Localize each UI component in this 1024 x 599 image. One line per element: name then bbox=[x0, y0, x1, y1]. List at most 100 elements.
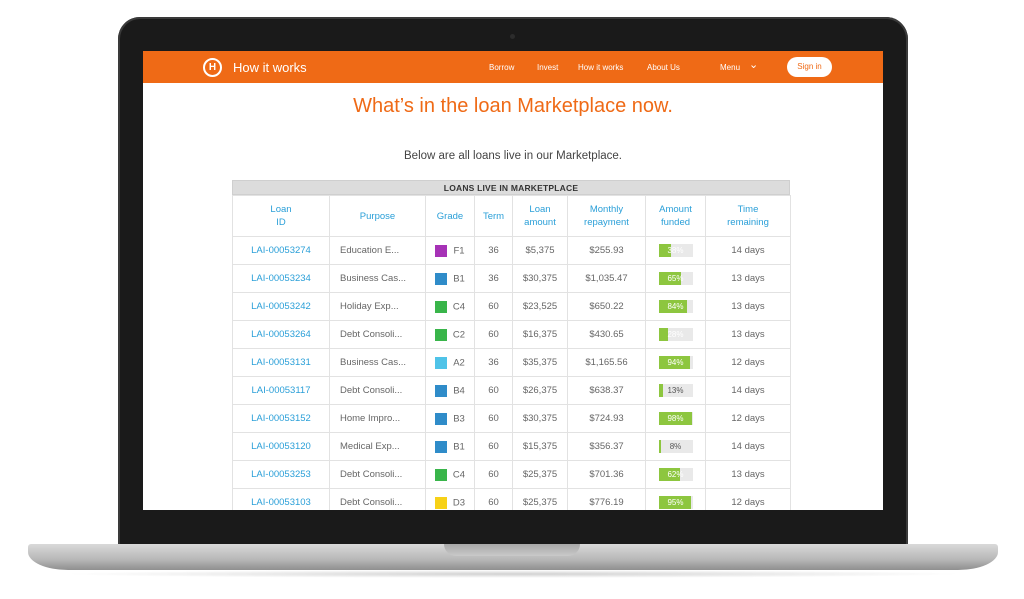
table-row[interactable]: LAI-00053253 Debt Consoli... C4 60 $25,375 $7… bbox=[232, 460, 791, 489]
grade-label: A2 bbox=[453, 357, 465, 368]
time-remaining: 13 days bbox=[705, 292, 791, 321]
funded-progress-bar: 13% bbox=[658, 384, 693, 397]
time-remaining: 14 days bbox=[705, 236, 791, 265]
grade-label: B1 bbox=[453, 441, 465, 452]
loan-grade: C4 bbox=[425, 460, 475, 489]
monthly-repayment: $650.22 bbox=[567, 292, 646, 321]
time-remaining: 13 days bbox=[705, 320, 791, 349]
loan-id-link[interactable]: LAI-00053274 bbox=[232, 236, 330, 265]
table-body: LAI-00053274 Education E... F1 36 $5,375 $255… bbox=[232, 236, 791, 510]
grade-label: F1 bbox=[453, 245, 465, 256]
top-navbar: H How it works Borrow Invest How it work… bbox=[143, 51, 883, 83]
amount-funded: 95% bbox=[645, 488, 706, 510]
loan-purpose: Debt Consoli... bbox=[329, 376, 426, 405]
loan-purpose: Holiday Exp... bbox=[329, 292, 426, 321]
funded-progress-bar: 94% bbox=[658, 356, 693, 369]
header-monthly-repayment[interactable]: Monthly repayment bbox=[567, 195, 646, 237]
loan-term: 60 bbox=[474, 432, 513, 461]
loan-purpose: Medical Exp... bbox=[329, 432, 426, 461]
loan-id-link[interactable]: LAI-00053234 bbox=[232, 264, 330, 293]
header-time-remaining[interactable]: Time remaining bbox=[705, 195, 791, 237]
grade-label: B4 bbox=[453, 385, 465, 396]
loan-amount: $16,375 bbox=[512, 320, 568, 349]
time-remaining: 12 days bbox=[705, 348, 791, 377]
nav-about-us[interactable]: About Us bbox=[647, 63, 680, 72]
amount-funded: 94% bbox=[645, 348, 706, 377]
time-remaining: 13 days bbox=[705, 460, 791, 489]
loan-id-link[interactable]: LAI-00053152 bbox=[232, 404, 330, 433]
grade-label: B3 bbox=[453, 413, 465, 424]
funded-percent: 38% bbox=[667, 246, 684, 255]
loan-id-link[interactable]: LAI-00053117 bbox=[232, 376, 330, 405]
table-row[interactable]: LAI-00053274 Education E... F1 36 $5,375 $255… bbox=[232, 236, 791, 265]
chevron-down-icon[interactable]: ⌄ bbox=[749, 58, 758, 71]
table-row[interactable]: LAI-00053131 Business Cas... A2 36 $35,375 $1… bbox=[232, 348, 791, 377]
monthly-repayment: $356.37 bbox=[567, 432, 646, 461]
table-row[interactable]: LAI-00053264 Debt Consoli... C2 60 $16,375 $4… bbox=[232, 320, 791, 349]
grade-color-swatch bbox=[435, 272, 448, 285]
monthly-repayment: $724.93 bbox=[567, 404, 646, 433]
header-term[interactable]: Term bbox=[474, 195, 513, 237]
grade-color-swatch bbox=[435, 244, 448, 257]
grade-label: D3 bbox=[452, 497, 466, 508]
nav-how-it-works[interactable]: How it works bbox=[578, 63, 623, 72]
amount-funded: 38% bbox=[645, 236, 706, 265]
grade-label: B1 bbox=[453, 273, 465, 284]
amount-funded: 98% bbox=[645, 404, 706, 433]
loan-amount: $15,375 bbox=[512, 432, 568, 461]
funded-progress-bar: 8% bbox=[658, 440, 693, 453]
nav-borrow[interactable]: Borrow bbox=[489, 63, 514, 72]
grade-color-swatch bbox=[434, 300, 447, 313]
time-remaining: 12 days bbox=[705, 404, 791, 433]
loan-id-link[interactable]: LAI-00053253 bbox=[232, 460, 330, 489]
header-amount-funded[interactable]: Amount funded bbox=[645, 195, 706, 237]
loan-amount: $26,375 bbox=[512, 376, 568, 405]
loan-purpose: Debt Consoli... bbox=[329, 320, 426, 349]
nav-invest[interactable]: Invest bbox=[537, 63, 558, 72]
loan-amount: $23,525 bbox=[512, 292, 568, 321]
amount-funded: 13% bbox=[645, 376, 706, 405]
loan-id-link[interactable]: LAI-00053103 bbox=[232, 488, 330, 510]
funded-percent: 84% bbox=[667, 302, 684, 311]
table-row[interactable]: LAI-00053152 Home Impro... B3 60 $30,375 $724… bbox=[232, 404, 791, 433]
funded-percent: 8% bbox=[669, 442, 682, 451]
page-title: What’s in the loan Marketplace now. bbox=[353, 95, 673, 117]
monthly-repayment: $776.19 bbox=[567, 488, 646, 510]
monthly-repayment: $430.65 bbox=[567, 320, 646, 349]
logo-icon[interactable]: H bbox=[203, 58, 222, 77]
table-row[interactable]: LAI-00053242 Holiday Exp... C4 60 $23,525 $65… bbox=[232, 292, 791, 321]
funded-percent: 62% bbox=[667, 470, 684, 479]
header-purpose[interactable]: Purpose bbox=[329, 195, 426, 237]
loan-id-link[interactable]: LAI-00053131 bbox=[232, 348, 330, 377]
loan-purpose: Business Cas... bbox=[329, 348, 426, 377]
monthly-repayment: $1,165.56 bbox=[567, 348, 646, 377]
loan-amount: $35,375 bbox=[512, 348, 568, 377]
sign-in-button[interactable]: Sign in bbox=[787, 57, 832, 77]
table-row[interactable]: LAI-00053117 Debt Consoli... B4 60 $26,375 $6… bbox=[232, 376, 791, 405]
header-loan-id[interactable]: Loan ID bbox=[232, 195, 330, 237]
funded-progress-bar: 62% bbox=[658, 468, 693, 481]
loan-id-link[interactable]: LAI-00053264 bbox=[232, 320, 330, 349]
time-remaining: 14 days bbox=[705, 376, 791, 405]
table-row[interactable]: LAI-00053103 Debt Consoli... D3 60 $25,375 $7… bbox=[232, 488, 791, 510]
time-remaining: 13 days bbox=[705, 264, 791, 293]
funded-progress-bar: 28% bbox=[658, 328, 693, 341]
funded-progress-bar: 38% bbox=[658, 244, 693, 257]
table-row[interactable]: LAI-00053120 Medical Exp... B1 60 $15,375 $35… bbox=[232, 432, 791, 461]
loan-amount: $25,375 bbox=[512, 460, 568, 489]
header-loan-amount[interactable]: Loan amount bbox=[512, 195, 568, 237]
funded-percent: 28% bbox=[667, 330, 684, 339]
header-grade[interactable]: Grade bbox=[425, 195, 475, 237]
brand-title[interactable]: How it works bbox=[233, 60, 307, 75]
funded-progress-bar: 65% bbox=[658, 272, 693, 285]
loan-grade: B1 bbox=[425, 432, 475, 461]
table-caption: LOANS LIVE IN MARKETPLACE bbox=[232, 180, 790, 195]
monthly-repayment: $701.36 bbox=[567, 460, 646, 489]
loan-grade: B4 bbox=[425, 376, 475, 405]
table-row[interactable]: LAI-00053234 Business Cas... B1 36 $30,375 $1… bbox=[232, 264, 791, 293]
funded-progress-bar: 84% bbox=[658, 300, 693, 313]
funded-percent: 98% bbox=[667, 414, 684, 423]
loan-id-link[interactable]: LAI-00053120 bbox=[232, 432, 330, 461]
loan-id-link[interactable]: LAI-00053242 bbox=[232, 292, 330, 321]
nav-menu[interactable]: Menu bbox=[720, 63, 740, 72]
